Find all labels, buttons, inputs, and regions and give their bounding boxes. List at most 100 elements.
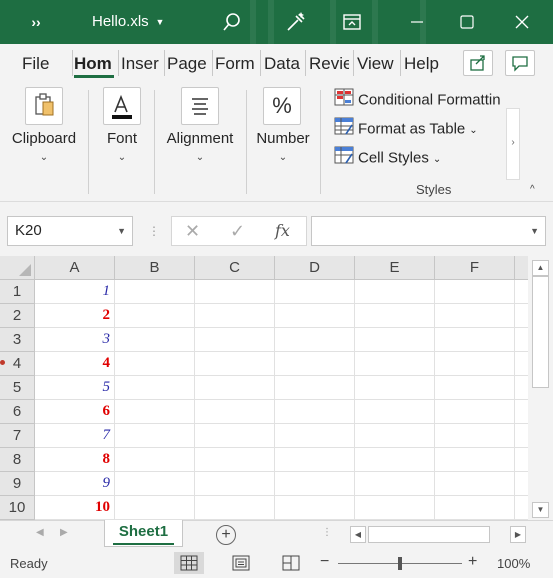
cell[interactable]	[355, 424, 435, 448]
cell[interactable]	[195, 424, 275, 448]
cell-a1[interactable]: 1	[35, 280, 115, 304]
spreadsheet-grid[interactable]: A B C D E F 1 2 3 4 5 6 7 8 9 10 1234567…	[0, 256, 528, 520]
zoom-slider-thumb[interactable]	[398, 557, 402, 570]
enter-icon[interactable]: ✓	[230, 217, 245, 245]
cell[interactable]	[355, 304, 435, 328]
vertical-scroll-thumb[interactable]	[532, 276, 549, 388]
cancel-icon[interactable]: ✕	[185, 217, 200, 245]
cell[interactable]	[195, 448, 275, 472]
cell[interactable]	[435, 448, 515, 472]
cell[interactable]	[115, 352, 195, 376]
cell[interactable]	[195, 472, 275, 496]
cell[interactable]	[435, 328, 515, 352]
maximize-button[interactable]	[450, 0, 484, 44]
row-header[interactable]: 1	[0, 280, 35, 304]
cell[interactable]	[515, 280, 528, 304]
cell[interactable]	[355, 472, 435, 496]
cell[interactable]	[115, 304, 195, 328]
cell[interactable]	[435, 280, 515, 304]
sheet-tab[interactable]: Sheet1	[104, 520, 183, 547]
page-break-preview-icon[interactable]	[276, 552, 306, 574]
tab-file[interactable]: File	[22, 54, 50, 78]
cell[interactable]	[195, 352, 275, 376]
format-as-table-button[interactable]: Format as Table ⌄	[334, 117, 478, 141]
cell[interactable]	[275, 424, 355, 448]
cell[interactable]	[115, 328, 195, 352]
insert-function-icon[interactable]: fx	[275, 217, 290, 245]
alignment-group[interactable]: Alignment ⌄	[158, 84, 242, 202]
idea-icon[interactable]	[282, 0, 310, 44]
cell[interactable]	[195, 496, 275, 520]
cell[interactable]	[515, 424, 528, 448]
cell[interactable]	[195, 280, 275, 304]
cell[interactable]	[275, 496, 355, 520]
cell[interactable]	[515, 448, 528, 472]
add-sheet-icon[interactable]: +	[216, 525, 236, 545]
tab-review[interactable]: Revie	[309, 54, 349, 78]
row-header[interactable]: 10	[0, 496, 35, 520]
cell[interactable]	[275, 400, 355, 424]
ribbon-scroll-right-icon[interactable]: ›	[506, 108, 520, 180]
cell[interactable]	[275, 376, 355, 400]
cell[interactable]	[355, 328, 435, 352]
cell-a7[interactable]: 7	[35, 424, 115, 448]
zoom-in-icon[interactable]: +	[468, 553, 477, 571]
cell-a9[interactable]: 9	[35, 472, 115, 496]
normal-view-icon[interactable]	[174, 552, 204, 574]
expand-formula-bar-icon[interactable]: ▼	[530, 217, 539, 245]
ribbon-display-icon[interactable]	[338, 0, 366, 44]
cell[interactable]	[355, 400, 435, 424]
row-header[interactable]: 6	[0, 400, 35, 424]
page-layout-view-icon[interactable]	[226, 552, 256, 574]
title-dropdown-icon[interactable]: ▼	[152, 0, 168, 44]
cell[interactable]	[115, 448, 195, 472]
formula-input[interactable]: ▼	[311, 216, 546, 246]
cell[interactable]	[275, 280, 355, 304]
zoom-level[interactable]: 100%	[497, 556, 530, 571]
sheet-tabs-resize-handle[interactable]: ⋮	[322, 527, 332, 538]
next-sheet-icon[interactable]: ▶	[60, 527, 68, 538]
cell[interactable]	[515, 328, 528, 352]
cell[interactable]	[515, 376, 528, 400]
cell[interactable]	[115, 496, 195, 520]
formula-bar-resize-handle[interactable]: ⋮	[148, 224, 160, 238]
cell[interactable]	[115, 400, 195, 424]
cell[interactable]	[435, 472, 515, 496]
search-icon[interactable]	[218, 0, 246, 44]
cell[interactable]	[515, 304, 528, 328]
previous-sheet-icon[interactable]: ◀	[36, 527, 44, 538]
cell[interactable]	[275, 352, 355, 376]
column-header[interactable]: D	[275, 256, 355, 280]
column-header[interactable]: E	[355, 256, 435, 280]
cell[interactable]	[355, 352, 435, 376]
name-box-dropdown-icon[interactable]: ▼	[117, 217, 126, 245]
tab-view[interactable]: View	[357, 54, 395, 78]
quick-access-toolbar-button[interactable]: ››	[22, 0, 50, 44]
close-button[interactable]	[505, 0, 539, 44]
cell[interactable]	[115, 280, 195, 304]
cell-a3[interactable]: 3	[35, 328, 115, 352]
tab-data[interactable]: Data	[264, 54, 302, 78]
cell-a6[interactable]: 6	[35, 400, 115, 424]
horizontal-scroll-thumb[interactable]	[368, 526, 490, 543]
horizontal-scrollbar[interactable]: ◀ ▶	[350, 526, 528, 544]
scroll-up-icon[interactable]: ▲	[532, 260, 549, 276]
cell[interactable]	[195, 304, 275, 328]
name-box[interactable]: K20 ▼	[7, 216, 133, 246]
cell-styles-button[interactable]: Cell Styles ⌄	[334, 146, 441, 170]
zoom-out-icon[interactable]: −	[320, 553, 329, 571]
row-header[interactable]: 2	[0, 304, 35, 328]
number-group[interactable]: % Number ⌄	[250, 84, 316, 202]
cell[interactable]	[435, 352, 515, 376]
cell[interactable]	[195, 376, 275, 400]
cell-a4[interactable]: 4	[35, 352, 115, 376]
collapse-ribbon-icon[interactable]: ^	[530, 184, 535, 195]
row-header[interactable]: 4	[0, 352, 35, 376]
tab-page-layout[interactable]: Page	[167, 54, 207, 78]
column-header[interactable]: C	[195, 256, 275, 280]
cell[interactable]	[435, 496, 515, 520]
cell[interactable]	[275, 304, 355, 328]
row-header[interactable]: 8	[0, 448, 35, 472]
cell[interactable]	[435, 424, 515, 448]
cell[interactable]	[515, 496, 528, 520]
